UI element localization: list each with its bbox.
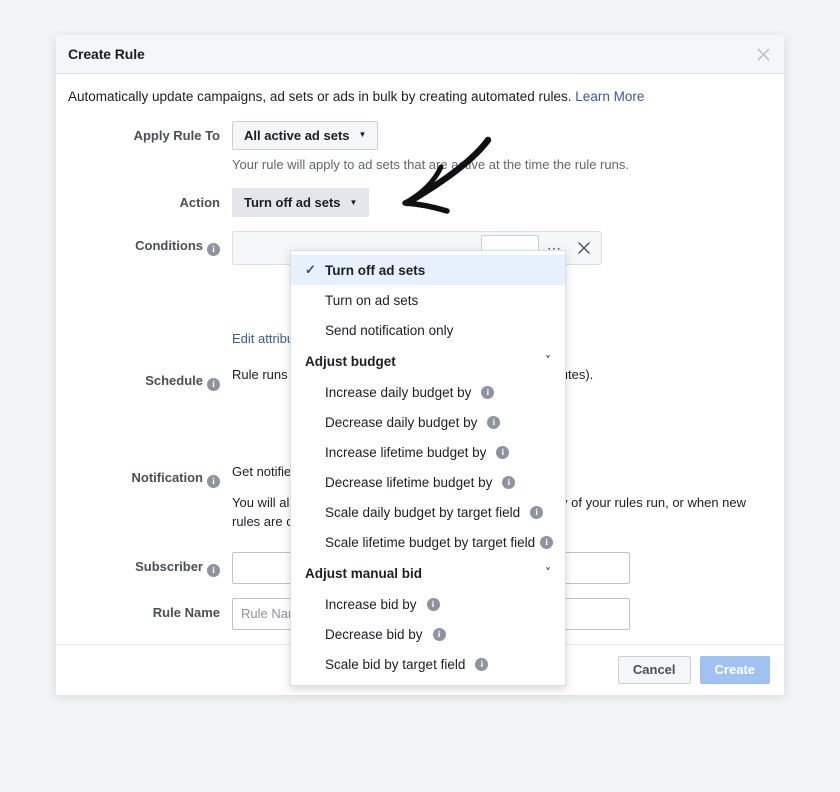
menu-item-turn-on-ad-sets[interactable]: Turn on ad sets <box>291 285 565 315</box>
action-value: Turn off ad sets <box>244 195 341 210</box>
menu-item-label: Send notification only <box>325 323 555 338</box>
apply-rule-to-help: Your rule will apply to ad sets that are… <box>232 156 772 174</box>
intro-sentence: Automatically update campaigns, ad sets … <box>68 89 572 104</box>
menu-item-label: Increase bid by <box>325 597 417 612</box>
page-title: Create Rule <box>68 46 145 62</box>
create-button[interactable]: Create <box>700 656 770 684</box>
apply-rule-to-value: All active ad sets <box>244 128 350 143</box>
dialog-header: Create Rule <box>56 35 784 74</box>
action-select[interactable]: Turn off ad sets ▼ <box>232 188 369 217</box>
conditions-label: Conditions i <box>68 231 232 346</box>
menu-item-scale-daily-budget-by-target-field[interactable]: Scale daily budget by target field i <box>291 497 565 527</box>
menu-item-increase-lifetime-budget-by[interactable]: Increase lifetime budget by i <box>291 437 565 467</box>
notification-label: Notificationi <box>68 463 232 532</box>
info-icon[interactable]: i <box>207 243 220 256</box>
chevron-down-icon: ▼ <box>350 199 358 207</box>
apply-rule-to-select[interactable]: All active ad sets ▼ <box>232 121 378 150</box>
menu-item-label: Scale daily budget by target field <box>325 505 520 520</box>
chevron-down-icon: ▼ <box>359 131 367 139</box>
action-field: Turn off ad sets ▼ <box>232 188 772 217</box>
menu-item-label: Turn on ad sets <box>325 293 555 308</box>
conditions-label-text: Conditions <box>135 238 203 253</box>
learn-more-link[interactable]: Learn More <box>575 89 644 104</box>
menu-group-adjust-budget[interactable]: Adjust budget ˅ <box>291 345 565 377</box>
menu-item-label: Increase lifetime budget by <box>325 445 486 460</box>
menu-item-label: Increase daily budget by <box>325 385 471 400</box>
menu-group-label: Adjust budget <box>305 354 545 369</box>
menu-item-decrease-daily-budget-by[interactable]: Decrease daily budget by i <box>291 407 565 437</box>
menu-item-decrease-lifetime-budget-by[interactable]: Decrease lifetime budget by i <box>291 467 565 497</box>
subscriber-label: Subscriber i <box>68 552 232 584</box>
menu-item-scale-bid-by-target-field[interactable]: Scale bid by target field i <box>291 649 565 679</box>
menu-item-increase-bid-by[interactable]: Increase bid by i <box>291 589 565 619</box>
notification-label-text: Notification <box>132 470 204 485</box>
menu-item-label: Decrease bid by <box>325 627 423 642</box>
info-icon[interactable]: i <box>207 564 220 577</box>
chevron-down-icon: ˅ <box>545 566 551 580</box>
info-icon[interactable]: i <box>475 658 488 671</box>
menu-item-label: Scale bid by target field <box>325 657 465 672</box>
info-icon[interactable]: i <box>433 628 446 641</box>
info-icon[interactable]: i <box>427 598 440 611</box>
menu-item-send-notification-only[interactable]: Send notification only <box>291 315 565 345</box>
close-icon[interactable] <box>754 45 772 63</box>
schedule-label-text: Schedule <box>145 373 203 388</box>
apply-rule-to-label: Apply Rule To <box>68 121 232 174</box>
subscriber-label-text: Subscriber <box>135 559 203 574</box>
menu-group-label: Adjust manual bid <box>305 566 545 581</box>
menu-item-decrease-bid-by[interactable]: Decrease bid by i <box>291 619 565 649</box>
menu-item-label: Turn off ad sets <box>325 263 555 278</box>
menu-group-adjust-manual-bid[interactable]: Adjust manual bid ˅ <box>291 557 565 589</box>
action-dropdown-menu: ✓ Turn off ad sets Turn on ad sets Send … <box>290 250 566 686</box>
menu-item-label: Scale lifetime budget by target field <box>325 535 535 550</box>
cancel-button[interactable]: Cancel <box>618 656 691 684</box>
menu-item-label: Decrease lifetime budget by <box>325 475 492 490</box>
schedule-label: Schedule i <box>68 366 232 391</box>
intro-text: Automatically update campaigns, ad sets … <box>56 88 784 107</box>
apply-rule-to-field: All active ad sets ▼ Your rule will appl… <box>232 121 772 174</box>
chevron-down-icon: ˅ <box>545 354 551 368</box>
info-icon[interactable]: i <box>207 475 220 488</box>
rule-name-label: Rule Name <box>68 598 232 630</box>
info-icon[interactable]: i <box>540 536 553 549</box>
info-icon[interactable]: i <box>530 506 543 519</box>
menu-item-increase-daily-budget-by[interactable]: Increase daily budget by i <box>291 377 565 407</box>
check-icon: ✓ <box>305 262 325 278</box>
info-icon[interactable]: i <box>207 378 220 391</box>
create-rule-dialog: Create Rule Automatically update campaig… <box>56 35 784 695</box>
apply-rule-to-row: Apply Rule To All active ad sets ▼ Your … <box>56 121 784 174</box>
action-label: Action <box>68 188 232 217</box>
info-icon[interactable]: i <box>481 386 494 399</box>
info-icon[interactable]: i <box>496 446 509 459</box>
menu-item-label: Decrease daily budget by <box>325 415 477 430</box>
remove-condition-icon[interactable] <box>569 234 599 262</box>
action-row: Action Turn off ad sets ▼ <box>56 188 784 217</box>
menu-item-turn-off-ad-sets[interactable]: ✓ Turn off ad sets <box>291 255 565 285</box>
info-icon[interactable]: i <box>487 416 500 429</box>
menu-item-scale-lifetime-budget-by-target-field[interactable]: Scale lifetime budget by target field i <box>291 527 565 557</box>
info-icon[interactable]: i <box>502 476 515 489</box>
